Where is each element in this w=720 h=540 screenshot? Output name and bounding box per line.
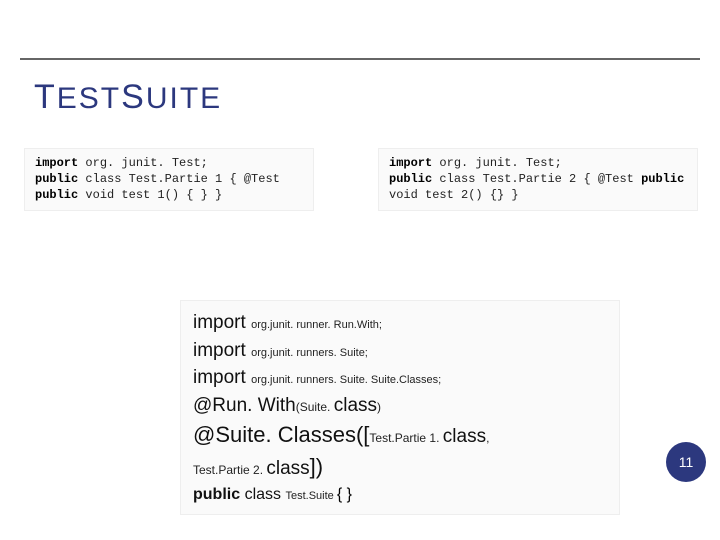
suite-line: import org.junit. runners. Suite. Suite.…	[193, 364, 607, 392]
keyword-class: class	[266, 458, 309, 479]
code-line: import org. junit. Test;	[35, 155, 303, 171]
comma: ,	[486, 431, 489, 445]
code-text: class Test.Partie 2 { @Test	[432, 172, 641, 186]
code-block-right: import org. junit. Test; public class Te…	[378, 148, 698, 211]
annotation-runwith: @Run. With	[193, 395, 296, 416]
code-line: public void test 1() { } }	[35, 187, 303, 203]
class-name: Test.Partie 2.	[193, 463, 266, 477]
class-name: Test.Partie 1.	[369, 431, 442, 445]
suite-line: @Run. With(Suite. class)	[193, 392, 607, 420]
code-text: class Test.Partie 1 { @Test	[78, 172, 280, 186]
class-name: Test.Suite	[285, 490, 336, 502]
page-number: 11	[679, 454, 694, 470]
suite-line: public class Test.Suite { }	[193, 483, 607, 506]
braces: { }	[337, 486, 352, 503]
annotation-suiteclasses: @Suite. Classes	[193, 422, 356, 447]
title-cap-2: S	[121, 78, 146, 116]
code-line: import org. junit. Test;	[389, 155, 687, 171]
code-text: void test 1() { } }	[78, 188, 222, 202]
code-text: org.junit. runners. Suite. Suite.Classes…	[251, 374, 441, 386]
page-title: TESTSUITE	[34, 78, 222, 117]
code-text: )	[377, 400, 381, 414]
keyword-class: class	[443, 426, 486, 447]
keyword-class: class	[245, 486, 286, 503]
keyword-public: public	[641, 172, 684, 186]
keyword-import: import	[193, 367, 251, 388]
keyword-public: public	[193, 486, 245, 503]
slide: TESTSUITE import org. junit. Test; publi…	[0, 0, 720, 540]
code-text: org.junit. runner. Run.With;	[251, 319, 382, 331]
code-text: org. junit. Test;	[78, 156, 208, 170]
code-block-suite: import org.junit. runner. Run.With; impo…	[180, 300, 620, 515]
code-line: public class Test.Partie 2 { @Test publi…	[389, 171, 687, 187]
code-text: org.junit. runners. Suite;	[251, 347, 368, 359]
top-rule	[20, 58, 700, 60]
page-number-badge: 11	[666, 442, 706, 482]
keyword-import: import	[389, 156, 432, 170]
code-line: public class Test.Partie 1 { @Test	[35, 171, 303, 187]
title-seg-2: UITE	[146, 82, 222, 115]
title-seg-1: EST	[57, 82, 121, 115]
keyword-import: import	[193, 340, 251, 361]
suite-line: import org.junit. runner. Run.With;	[193, 309, 607, 337]
suite-line: @Suite. Classes([Test.Partie 1. class,	[193, 419, 607, 451]
keyword-public: public	[35, 188, 78, 202]
code-line: void test 2() {} }	[389, 187, 687, 203]
bracket-open: ([	[356, 422, 369, 447]
code-text: (Suite.	[296, 400, 334, 414]
keyword-import: import	[193, 312, 251, 333]
keyword-public: public	[389, 172, 432, 186]
code-text: void test 2() {} }	[389, 188, 519, 202]
keyword-class: class	[334, 395, 377, 416]
code-block-left: import org. junit. Test; public class Te…	[24, 148, 314, 211]
bracket-close: ])	[310, 454, 323, 479]
suite-line: import org.junit. runners. Suite;	[193, 337, 607, 365]
keyword-public: public	[35, 172, 78, 186]
keyword-import: import	[35, 156, 78, 170]
suite-line: Test.Partie 2. class])	[193, 451, 607, 483]
code-text: org. junit. Test;	[432, 156, 562, 170]
title-cap-1: T	[34, 78, 57, 116]
